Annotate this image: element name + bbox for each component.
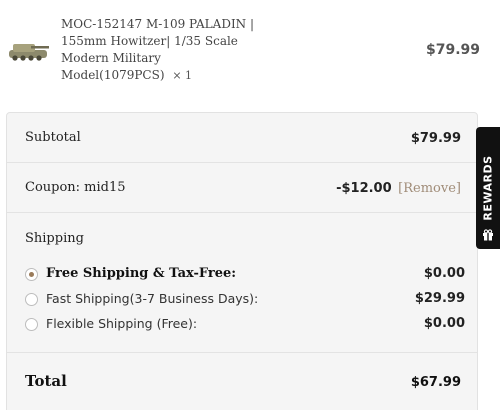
shipping-option-price: $0.00 <box>423 316 465 331</box>
cart-product-row: MOC-152147 M-109 PALADIN | 155mm Howitze… <box>0 0 500 100</box>
shipping-option-flexible[interactable]: Flexible Shipping (Free): $0.00 <box>25 315 465 335</box>
shipping-option-label: Free Shipping & Tax-Free: <box>46 266 237 281</box>
coupon-discount: -$12.00 [Remove] <box>336 181 461 196</box>
shipping-option-label: Fast Shipping(3-7 Business Days): <box>46 291 259 306</box>
shipping-option-label: Flexible Shipping (Free): <box>46 316 198 331</box>
remove-coupon-link[interactable]: [Remove] <box>398 181 461 196</box>
product-price: $79.99 <box>425 42 480 58</box>
radio-unselected-icon[interactable] <box>25 318 38 331</box>
coupon-label: Coupon: mid15 <box>25 180 126 195</box>
total-label: Total <box>25 372 67 390</box>
coupon-row: Coupon: mid15 -$12.00 [Remove] <box>7 163 477 213</box>
radio-selected-icon[interactable] <box>25 268 38 281</box>
shipping-label: Shipping <box>25 231 84 246</box>
total-value: $67.99 <box>410 375 461 390</box>
subtotal-row: Subtotal $79.99 <box>7 113 477 163</box>
product-name: MOC-152147 M-109 PALADIN | 155mm Howitze… <box>61 16 261 84</box>
shipping-option-fast[interactable]: Fast Shipping(3-7 Business Days): $29.99 <box>25 290 465 310</box>
gift-icon <box>483 229 493 241</box>
rewards-label: REWARDS <box>481 155 495 221</box>
tank-model-thumbnail <box>9 44 49 61</box>
product-title: MOC-152147 M-109 PALADIN | 155mm Howitze… <box>61 17 255 82</box>
rewards-tab[interactable]: REWARDS <box>476 127 500 249</box>
shipping-option-price: $29.99 <box>414 291 465 306</box>
radio-unselected-icon[interactable] <box>25 293 38 306</box>
subtotal-value: $79.99 <box>410 131 461 146</box>
subtotal-label: Subtotal <box>25 130 81 145</box>
total-divider <box>7 352 477 353</box>
shipping-option-price: $0.00 <box>423 266 465 281</box>
product-quantity: × 1 <box>172 69 193 82</box>
order-summary: Subtotal $79.99 Coupon: mid15 -$12.00 [R… <box>6 112 478 410</box>
coupon-value: -$12.00 <box>336 181 392 196</box>
shipping-option-free[interactable]: Free Shipping & Tax-Free: $0.00 <box>25 265 465 285</box>
